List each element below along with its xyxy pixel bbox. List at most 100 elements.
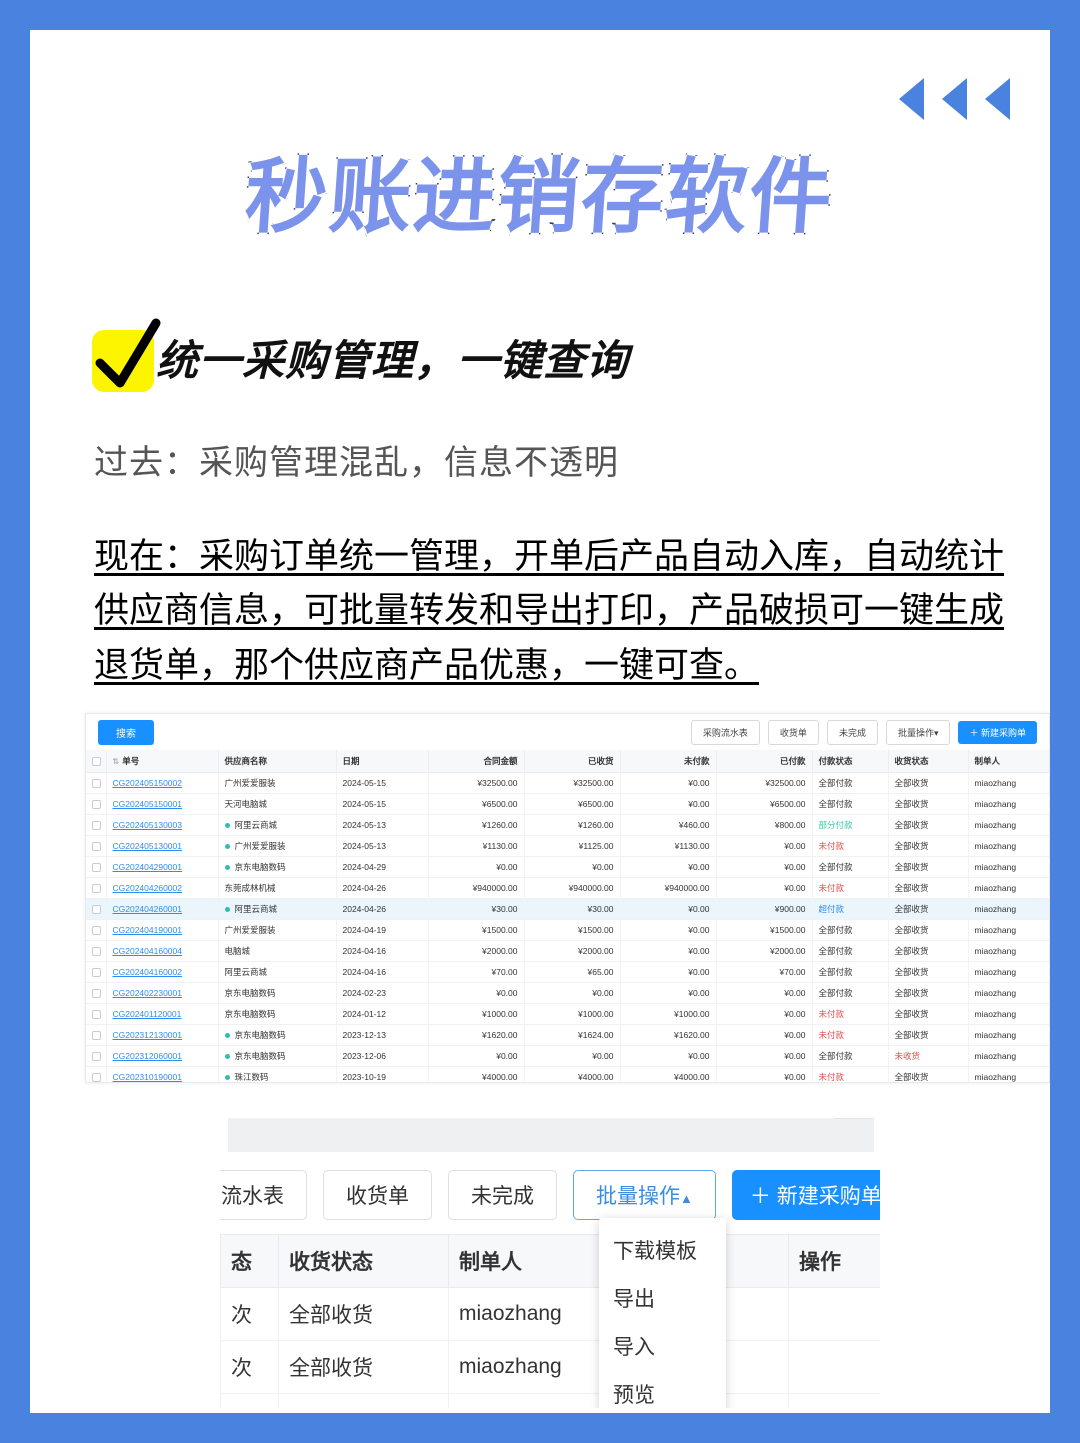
row-checkbox-cell[interactable]: [86, 898, 107, 920]
col-header-paid[interactable]: 已付款: [716, 750, 813, 773]
row-checkbox[interactable]: [92, 842, 101, 852]
menu-item-download-template[interactable]: 下载模板: [599, 1226, 726, 1274]
cell-order-no[interactable]: CG202312060001: [106, 1045, 219, 1067]
batch-operation-button[interactable]: 批量操作▾: [885, 719, 951, 745]
table-row[interactable]: CG202404260001 阿里云商城 2024-04-26 ¥30.00 ¥30.0…: [86, 898, 1049, 920]
order-no-link[interactable]: CG202312130001: [113, 1030, 182, 1040]
table-row[interactable]: CG202405130003 阿里云商城 2024-05-13 ¥1260.00 ¥12…: [86, 814, 1049, 836]
cell-order-no[interactable]: CG202405150001: [106, 793, 219, 815]
row-checkbox-cell[interactable]: [86, 1066, 107, 1082]
cell-order-no[interactable]: CG202405150002: [106, 772, 219, 794]
row-checkbox-cell[interactable]: [86, 1003, 107, 1025]
select-all-checkbox[interactable]: [92, 757, 101, 767]
zoom-cell-operation[interactable]: [788, 1393, 880, 1408]
row-checkbox[interactable]: [92, 779, 101, 789]
row-checkbox-cell[interactable]: [86, 835, 107, 857]
cell-order-no[interactable]: CG202404260001: [106, 898, 219, 920]
col-header-pay-status[interactable]: 付款状态: [812, 750, 889, 773]
row-checkbox[interactable]: [92, 926, 101, 936]
row-checkbox[interactable]: [92, 1010, 101, 1020]
row-checkbox-cell[interactable]: [86, 1024, 107, 1046]
order-no-link[interactable]: CG202402230001: [113, 988, 182, 998]
col-header-unpaid[interactable]: 未付款: [620, 750, 717, 773]
table-row[interactable]: CG202312130001 京东电脑数码 2023-12-13 ¥1620.00 ¥1…: [86, 1024, 1049, 1046]
new-purchase-order-button[interactable]: ＋ 新建采购单: [958, 720, 1037, 744]
row-checkbox[interactable]: [92, 863, 101, 873]
cell-order-no[interactable]: CG202404260002: [106, 877, 219, 899]
purchase-flow-button[interactable]: 采购流水表: [690, 719, 760, 745]
order-no-link[interactable]: CG202405150001: [113, 799, 182, 809]
cell-order-no[interactable]: CG202310190001: [106, 1066, 219, 1082]
cell-order-no[interactable]: CG202404160002: [106, 961, 219, 983]
row-checkbox[interactable]: [92, 947, 101, 957]
row-checkbox[interactable]: [92, 1031, 101, 1041]
order-no-link[interactable]: CG202401120001: [113, 1009, 182, 1019]
table-row[interactable]: CG202402230001 京东电脑数码 2024-02-23 ¥0.00 ¥0.00…: [86, 982, 1049, 1004]
menu-item-preview[interactable]: 预览: [599, 1370, 726, 1408]
cell-order-no[interactable]: CG202404290001: [106, 856, 219, 878]
row-checkbox[interactable]: [92, 968, 101, 978]
order-no-link[interactable]: CG202405150002: [113, 778, 182, 788]
order-no-link[interactable]: CG202404190001: [113, 925, 182, 935]
table-row[interactable]: CG202312060001 京东电脑数码 2023-12-06 ¥0.00 ¥0.00…: [86, 1045, 1049, 1067]
incomplete-button[interactable]: 未完成: [826, 719, 878, 745]
table-row[interactable]: CG202404160002 阿里云商城 2024-04-16 ¥70.00 ¥65.0…: [86, 961, 1049, 983]
order-no-link[interactable]: CG202404290001: [113, 862, 182, 872]
cell-order-no[interactable]: CG202401120001: [106, 1003, 219, 1025]
table-row[interactable]: CG202404190001 广州爱爱服装 2024-04-19 ¥1500.00 ¥1…: [86, 919, 1049, 941]
col-header-supplier[interactable]: 供应商名称: [218, 750, 337, 773]
col-header-date[interactable]: 日期: [336, 750, 429, 773]
row-checkbox[interactable]: [92, 884, 101, 894]
zoom-table-row[interactable]: 次全部收货miaozhang: [220, 1393, 880, 1408]
order-no-link[interactable]: CG202404160004: [113, 946, 182, 956]
zoom-receipt-button[interactable]: 收货单: [323, 1170, 432, 1220]
order-no-link[interactable]: CG202404260001: [113, 904, 182, 914]
row-checkbox-cell[interactable]: [86, 793, 107, 815]
row-checkbox-cell[interactable]: [86, 982, 107, 1004]
table-row[interactable]: CG202405130001 广州爱爱服装 2024-05-13 ¥1130.00 ¥1…: [86, 835, 1049, 857]
search-button[interactable]: 搜索: [98, 719, 154, 745]
table-row[interactable]: CG202405150001 天河电脑城 2024-05-15 ¥6500.00 ¥65…: [86, 793, 1049, 815]
row-checkbox[interactable]: [92, 905, 101, 915]
row-checkbox-cell[interactable]: [86, 877, 107, 899]
zoom-incomplete-button[interactable]: 未完成: [448, 1170, 557, 1220]
receipt-button[interactable]: 收货单: [767, 719, 819, 745]
select-all-header[interactable]: [86, 750, 107, 773]
order-no-link[interactable]: CG202310190001: [113, 1072, 182, 1082]
cell-order-no[interactable]: CG202405130003: [106, 814, 219, 836]
col-header-order-no[interactable]: ⇅ 单号: [106, 750, 219, 773]
row-checkbox-cell[interactable]: [86, 814, 107, 836]
col-header-contract[interactable]: 合同金额: [428, 750, 525, 773]
row-checkbox-cell[interactable]: [86, 919, 107, 941]
col-header-recv-status[interactable]: 收货状态: [888, 750, 969, 773]
cell-order-no[interactable]: CG202312130001: [106, 1024, 219, 1046]
cell-order-no[interactable]: CG202402230001: [106, 982, 219, 1004]
row-checkbox-cell[interactable]: [86, 772, 107, 794]
col-header-received[interactable]: 已收货: [524, 750, 621, 773]
col-header-maker[interactable]: 制单人: [968, 750, 1049, 773]
cell-order-no[interactable]: CG202404160004: [106, 940, 219, 962]
row-checkbox[interactable]: [92, 800, 101, 810]
table-row[interactable]: CG202404260002 东莞成林机械 2024-04-26 ¥940000.00…: [86, 877, 1049, 899]
row-checkbox-cell[interactable]: [86, 961, 107, 983]
row-checkbox[interactable]: [92, 989, 101, 999]
row-checkbox[interactable]: [92, 821, 101, 831]
cell-order-no[interactable]: CG202404190001: [106, 919, 219, 941]
order-no-link[interactable]: CG202405130003: [113, 820, 182, 830]
order-no-link[interactable]: CG202404260002: [113, 883, 182, 893]
zoom-cell-operation[interactable]: [788, 1287, 880, 1341]
table-row[interactable]: CG202405150002 广州爱爱服装 2024-05-15 ¥32500.00 ¥…: [86, 772, 1049, 794]
zoom-cell-operation[interactable]: [788, 1340, 880, 1394]
row-checkbox-cell[interactable]: [86, 940, 107, 962]
table-row[interactable]: CG202401120001 京东电脑数码 2024-01-12 ¥1000.00 ¥1…: [86, 1003, 1049, 1025]
row-checkbox-cell[interactable]: [86, 1045, 107, 1067]
table-row[interactable]: CG202404290001 京东电脑数码 2024-04-29 ¥0.00 ¥0.00…: [86, 856, 1049, 878]
menu-item-import[interactable]: 导入: [599, 1322, 726, 1370]
zoom-table-row[interactable]: 次全部收货miaozhang: [220, 1287, 880, 1341]
zoom-purchase-flow-button[interactable]: 流水表: [220, 1170, 307, 1220]
row-checkbox[interactable]: [92, 1073, 101, 1082]
row-checkbox-cell[interactable]: [86, 856, 107, 878]
menu-item-export[interactable]: 导出: [599, 1274, 726, 1322]
zoom-table-row[interactable]: 次全部收货miaozhang: [220, 1340, 880, 1394]
order-no-link[interactable]: CG202404160002: [113, 967, 182, 977]
